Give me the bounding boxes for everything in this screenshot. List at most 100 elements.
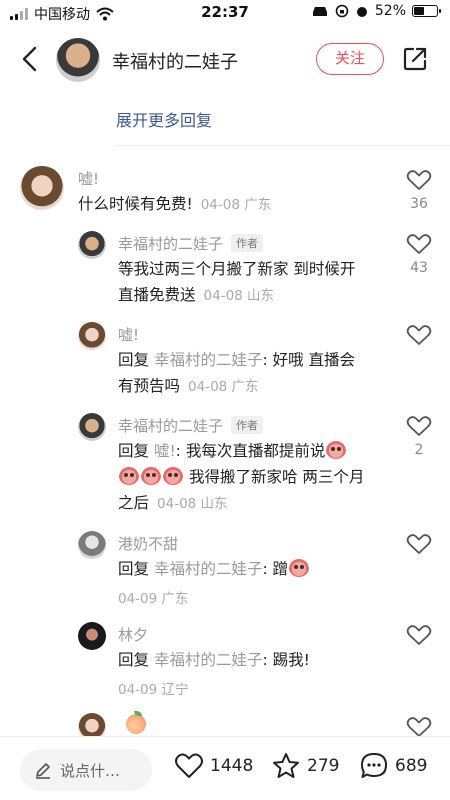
heart-icon[interactable] <box>406 233 432 255</box>
comment-author[interactable]: 幸福村的二娃子 作者 <box>118 415 264 436</box>
comment-line-text: : 踢我! <box>262 651 310 669</box>
comment-author[interactable]: 林夕 <box>118 624 148 645</box>
reply-prefix: 回复 <box>118 560 150 578</box>
comment-meta: 04-09 广东 <box>118 591 189 607</box>
crying-pig-emoji-icon <box>119 467 139 485</box>
page-title[interactable]: 幸福村的二娃子 <box>112 48 238 74</box>
reply-prefix: 回复 <box>118 651 150 669</box>
comment-line-text: : 我每次直播都提前说 <box>175 442 326 460</box>
heart-icon <box>175 753 203 778</box>
heart-icon[interactable] <box>406 533 432 555</box>
comment-line-2: 有预告吗 04-08 广东 <box>118 373 393 400</box>
avatar[interactable] <box>78 413 106 441</box>
crying-pig-emoji-icon <box>141 467 161 485</box>
like-count: 2 <box>414 442 424 458</box>
comment-line: 等我过两三个月搬了新家 到时候开 <box>118 260 356 278</box>
heart-icon[interactable] <box>406 624 432 646</box>
heart-icon[interactable] <box>406 324 432 346</box>
star-icon <box>273 753 299 778</box>
comment-meta: 04-08 广东 <box>188 379 259 395</box>
comment-line-text: : 蹭 <box>262 560 289 578</box>
reply-prefix: 回复 <box>118 442 150 460</box>
like-count: 43 <box>410 260 428 276</box>
bottom-bar: 说点什… 1448 279 689 <box>0 736 450 800</box>
like-total: 1448 <box>210 756 254 776</box>
comment-text[interactable] <box>126 711 146 738</box>
comment-line-3: 之后 04-08 山东 <box>118 490 393 517</box>
comment-author[interactable]: 幸福村的二娃子 作者 <box>118 233 264 254</box>
rotation-lock-icon <box>335 4 349 18</box>
comment-bubble-icon <box>361 753 387 778</box>
author-badge: 作者 <box>231 416 264 434</box>
comment-body: 什么时候有免费! <box>78 195 193 213</box>
comment-line-text: 直播免费送 <box>118 286 196 304</box>
reply-target[interactable]: 幸福村的二娃子 <box>154 651 263 669</box>
comment-text[interactable]: 什么时候有免费! 04-08 广东 <box>78 191 271 218</box>
crying-pig-emoji-icon <box>289 559 310 577</box>
share-icon[interactable] <box>402 46 428 72</box>
comment-line-text: 有预告吗 <box>118 377 181 395</box>
heart-icon[interactable] <box>406 169 432 191</box>
comment-meta: 04-09 辽宁 <box>118 682 189 698</box>
expand-more-replies[interactable]: 展开更多回复 <box>116 107 212 131</box>
comment-meta: 04-08 山东 <box>157 496 228 512</box>
comment-line-2: 直播免费送 04-08 山东 <box>118 282 393 309</box>
follow-button[interactable]: 关注 <box>316 43 384 75</box>
comment-total: 689 <box>395 756 428 776</box>
alarm-icon <box>356 7 367 17</box>
comment-line-text: : 好哦 直播会 <box>262 351 356 369</box>
chevron-left-icon[interactable] <box>16 44 44 74</box>
avatar[interactable] <box>78 622 106 650</box>
peach-emoji-icon <box>126 711 146 734</box>
status-bar: 中国移动 22:37 52% <box>0 0 450 26</box>
avatar[interactable] <box>20 166 64 210</box>
avatar[interactable] <box>56 38 100 82</box>
like-button[interactable]: 1448 <box>174 751 253 781</box>
crying-pig-emoji-icon <box>326 441 347 459</box>
status-right: 52% <box>311 3 441 19</box>
battery-icon <box>412 5 441 17</box>
comment-text[interactable]: 回复 幸福村的二娃子: 踢我! <box>118 647 393 673</box>
reply-target[interactable]: 幸福村的二娃子 <box>154 560 263 578</box>
reply-author-name: 幸福村的二娃子 <box>118 417 224 435</box>
comment-line-text: 之后 <box>118 494 150 512</box>
favorite-button[interactable]: 279 <box>271 751 339 781</box>
comment-input-placeholder: 说点什… <box>60 762 121 780</box>
comment-meta: 04-08 广东 <box>200 197 272 213</box>
avatar[interactable] <box>78 531 106 559</box>
battery-percent: 52% <box>374 3 406 19</box>
reply-target[interactable]: 幸福村的二娃子 <box>154 351 263 369</box>
heart-icon[interactable] <box>406 415 432 437</box>
comment-text[interactable]: 回复 幸福村的二娃子: 好哦 直播会 有预告吗 04-08 广东 <box>118 347 393 400</box>
comment-author[interactable]: 嘘! <box>78 168 99 189</box>
comment-line: 回复 幸福村的二娃子: 踢我! <box>118 647 393 673</box>
comment-line-text: 我得搬了新家哈 两三个月 <box>188 468 365 486</box>
reply-prefix: 回复 <box>118 351 150 369</box>
avatar[interactable] <box>78 322 106 350</box>
comment-line: 回复 幸福村的二娃子: 好哦 直播会 <box>118 347 393 373</box>
battery-fill <box>414 7 425 15</box>
car-icon <box>312 7 327 16</box>
reply-target[interactable]: 嘘! <box>154 442 176 460</box>
like-count: 36 <box>410 196 428 212</box>
comment-text[interactable]: 回复 嘘!: 我每次直播都提前说 我得搬了新家哈 两三个月 之后 04-08 山东 <box>118 438 393 517</box>
pencil-icon <box>36 763 50 779</box>
heart-icon[interactable] <box>406 716 432 738</box>
author-badge: 作者 <box>231 234 264 252</box>
comment-author[interactable]: 港奶不甜 <box>118 533 178 554</box>
comment-button[interactable]: 689 <box>359 751 427 781</box>
crying-pig-emoji-icon <box>163 467 183 485</box>
comment-text[interactable]: 等我过两三个月搬了新家 到时候开 直播免费送 04-08 山东 <box>118 256 393 309</box>
comment-text[interactable]: 回复 幸福村的二娃子: 蹭 <box>118 556 393 582</box>
comment-meta: 04-08 山东 <box>203 288 275 304</box>
header: 幸福村的二娃子 关注 <box>0 30 450 88</box>
comment-input[interactable]: 说点什… <box>20 749 152 791</box>
avatar[interactable] <box>78 231 106 259</box>
comment-line: 回复 幸福村的二娃子: 蹭 <box>118 556 393 582</box>
comment-line-2: 我得搬了新家哈 两三个月 <box>118 464 393 490</box>
comment-author[interactable]: 嘘! <box>118 324 139 345</box>
comment-line: 回复 嘘!: 我每次直播都提前说 <box>118 438 393 464</box>
favorite-total: 279 <box>307 756 340 776</box>
divider <box>116 145 450 146</box>
reply-author-name: 幸福村的二娃子 <box>118 235 224 253</box>
